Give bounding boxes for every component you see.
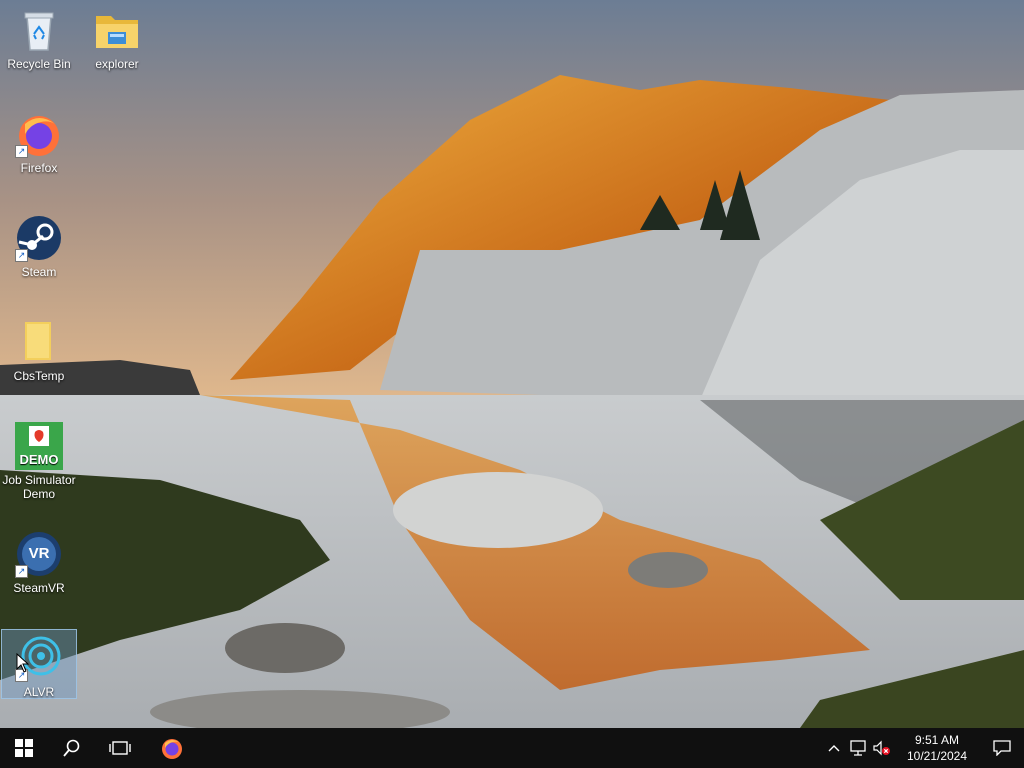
desktop-icon-explorer[interactable]: explorer bbox=[79, 2, 155, 78]
clock-time: 9:51 AM bbox=[914, 733, 960, 747]
desktop-icon-label: Firefox bbox=[20, 161, 58, 175]
firefox-icon: ↗ bbox=[15, 110, 63, 158]
folder-icon bbox=[15, 318, 63, 366]
network-button[interactable] bbox=[846, 728, 870, 768]
desktop-icon-label: SteamVR bbox=[13, 581, 65, 595]
action-center-button[interactable] bbox=[980, 728, 1024, 768]
task-view-icon bbox=[109, 741, 131, 755]
wallpaper-scene bbox=[0, 0, 1024, 728]
desktop-icon-label: Job Simulator Demo bbox=[2, 473, 76, 501]
recycle-bin-icon bbox=[15, 6, 63, 54]
shortcut-arrow-icon: ↗ bbox=[15, 249, 28, 262]
desktop-icon-label: Steam bbox=[21, 265, 57, 279]
desktop-icon-steam[interactable]: ↗ Steam bbox=[1, 210, 77, 286]
system-clock[interactable]: 9:51 AM 10/21/2024 bbox=[894, 732, 980, 764]
shortcut-arrow-icon: ↗ bbox=[15, 565, 28, 578]
desktop-icon-label: Recycle Bin bbox=[7, 57, 71, 71]
desktop-icon-cbstemp[interactable]: CbsTemp bbox=[1, 314, 77, 390]
desktop-icon-label: CbsTemp bbox=[13, 369, 65, 383]
desktop-icon-firefox[interactable]: ↗ Firefox bbox=[1, 106, 77, 182]
network-icon bbox=[850, 740, 866, 756]
taskbar-firefox-button[interactable] bbox=[144, 728, 200, 768]
search-icon bbox=[63, 739, 80, 757]
desktop-icon-label: explorer bbox=[95, 57, 139, 71]
steam-icon: ↗ bbox=[15, 214, 63, 262]
desktop-icon-label: ALVR bbox=[23, 685, 55, 699]
system-tray: 9:51 AM 10/21/2024 bbox=[822, 728, 1024, 768]
firefox-icon bbox=[162, 739, 182, 759]
job-simulator-logo-text: DEMO bbox=[19, 452, 59, 467]
chevron-up-icon bbox=[828, 745, 840, 752]
task-view-button[interactable] bbox=[96, 728, 144, 768]
desktop-icon-recycle-bin[interactable]: Recycle Bin bbox=[1, 2, 77, 78]
clock-date: 10/21/2024 bbox=[906, 749, 968, 763]
steamvr-logo-text: VR bbox=[28, 545, 50, 562]
notification-icon bbox=[993, 740, 1011, 756]
folder-icon bbox=[93, 6, 141, 54]
desktop-wallpaper: Recycle Bin explorer ↗ Firefox ↗ Steam C… bbox=[0, 0, 1024, 728]
desktop-icon-job-simulator[interactable]: DEMO Job Simulator Demo bbox=[1, 418, 77, 508]
desktop-icon-steamvr[interactable]: VR ↗ SteamVR bbox=[1, 526, 77, 602]
job-simulator-icon: DEMO bbox=[15, 422, 63, 470]
volume-muted-icon bbox=[873, 740, 890, 756]
taskbar: 9:51 AM 10/21/2024 bbox=[0, 728, 1024, 768]
start-button[interactable] bbox=[0, 728, 48, 768]
shortcut-arrow-icon: ↗ bbox=[15, 145, 28, 158]
search-button[interactable] bbox=[48, 728, 96, 768]
steamvr-icon: VR ↗ bbox=[15, 530, 63, 578]
windows-start-icon bbox=[15, 739, 33, 757]
desktop-icon-alvr[interactable]: ↗ ALVR bbox=[1, 629, 77, 699]
mouse-cursor-icon bbox=[16, 653, 30, 673]
volume-button[interactable] bbox=[870, 728, 894, 768]
show-hidden-icons-button[interactable] bbox=[822, 728, 846, 768]
